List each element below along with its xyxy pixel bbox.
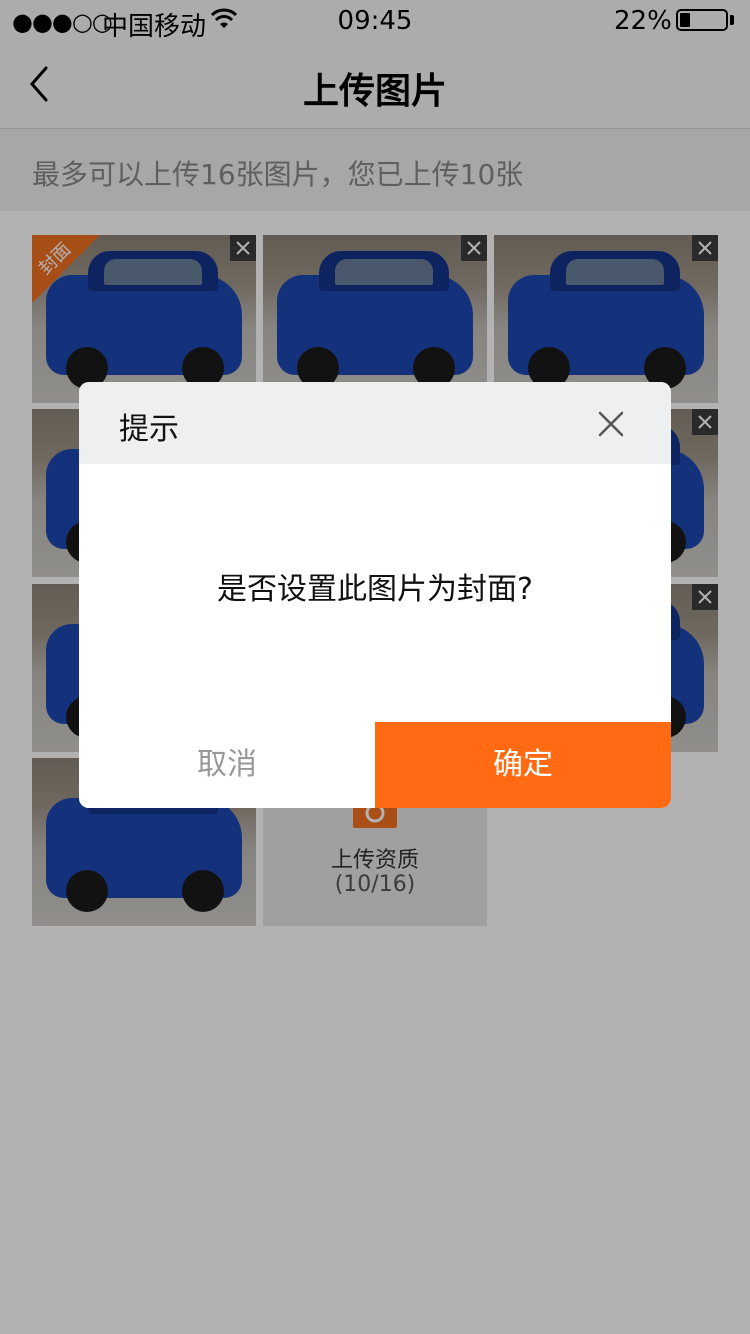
close-icon: [598, 411, 624, 437]
dialog-close-button[interactable]: [591, 404, 631, 444]
dialog-message: 是否设置此图片为封面?: [217, 572, 533, 607]
dialog-title: 提示: [119, 412, 179, 447]
dialog-header: 提示: [79, 382, 671, 464]
confirm-button[interactable]: 确定: [375, 722, 671, 808]
set-cover-dialog: 提示 是否设置此图片为封面? 取消 确定: [79, 382, 671, 808]
cancel-button[interactable]: 取消: [79, 722, 375, 808]
